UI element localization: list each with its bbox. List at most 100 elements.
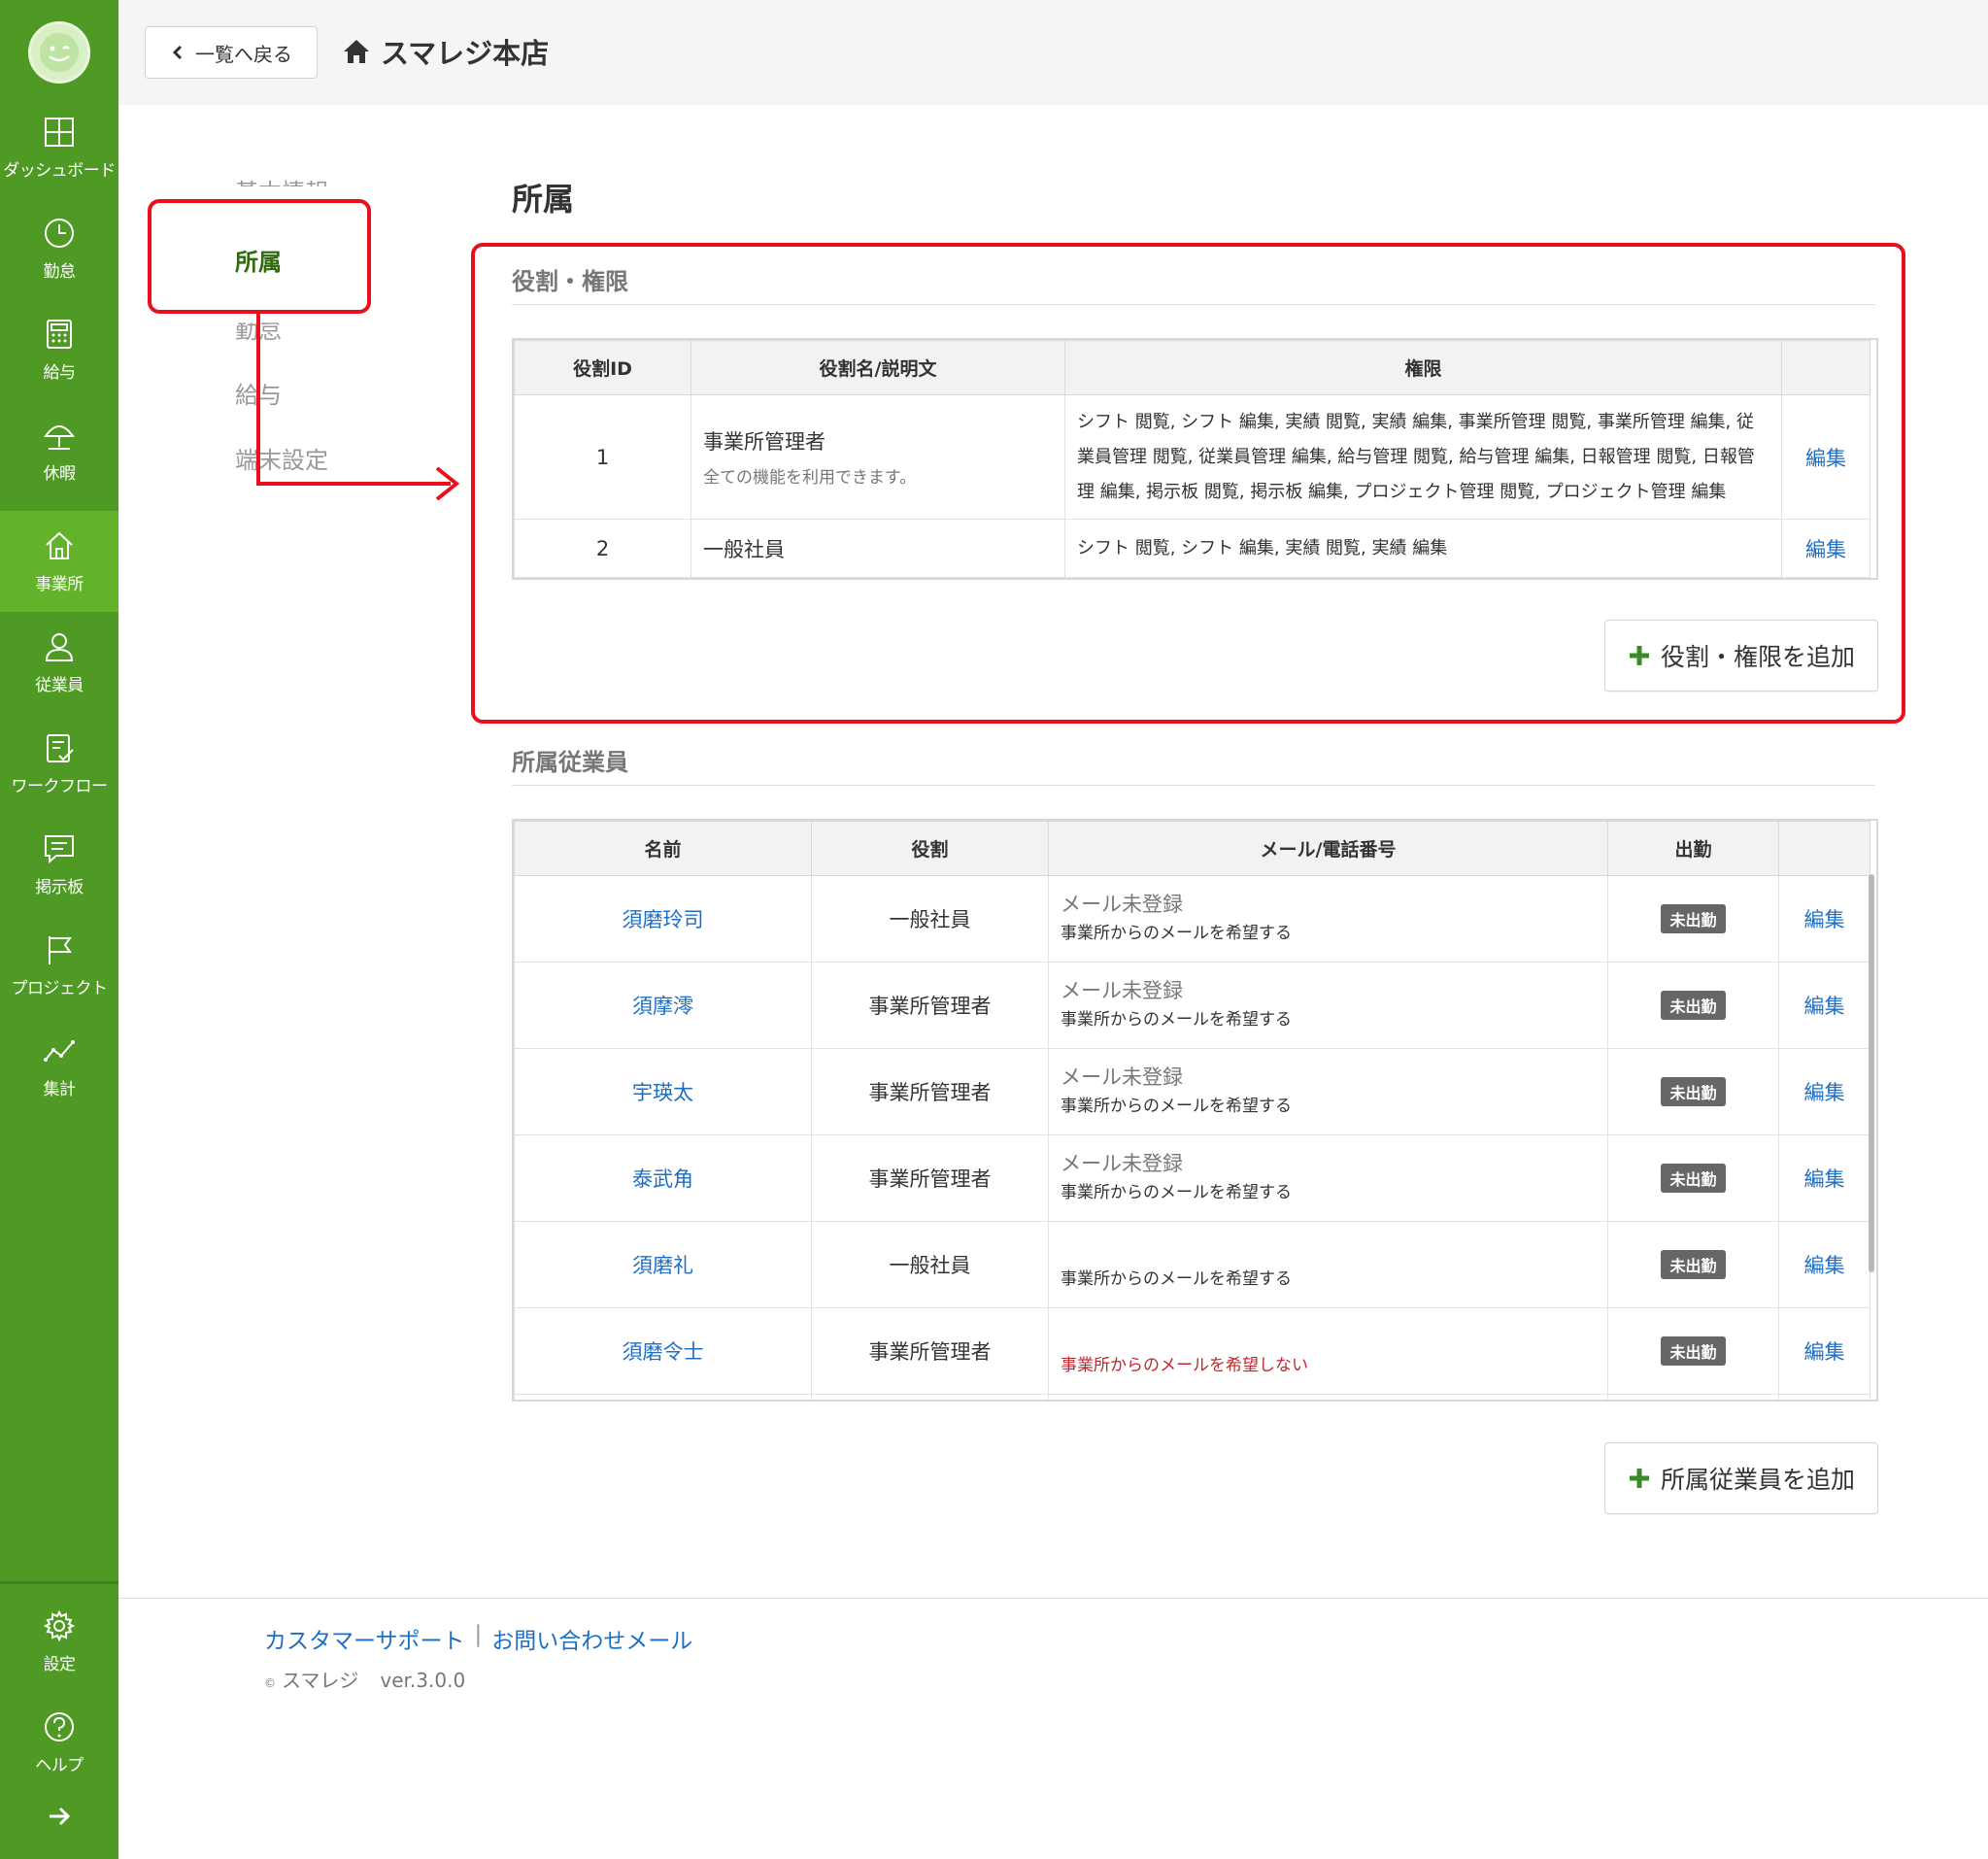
sidebar-item-project[interactable]: プロジェクト [0,915,118,1016]
sidebar-item-label: プロジェクト [11,978,109,998]
sidebar-expand-button[interactable] [0,1792,118,1841]
sidebar-item-label: 集計 [43,1079,77,1099]
sidebar-item-label: ダッシュボード [3,160,116,181]
employee-name-link[interactable]: 須磨玲司 [514,875,812,963]
sidebar-item-bulletin[interactable]: 掲示板 [0,814,118,915]
edit-employee-link[interactable]: 編集 [1778,1307,1870,1395]
line-chart-icon [44,1039,75,1062]
column-header[interactable]: メール/電話番号 [1048,821,1608,876]
employees-table[interactable]: 名前 役割 メール/電話番号 出勤 須磨玲司 一般社員 メール未登録 事業所からの… [512,819,1878,1402]
employee-name-link[interactable]: 須磨令士 [514,1307,812,1395]
employee-name-link[interactable]: 泰武角 [514,1134,812,1222]
sidebar-item-settings[interactable]: 設定 [0,1591,118,1692]
edit-employee-link[interactable]: 編集 [1778,1134,1870,1222]
edit-role-link[interactable]: 編集 [1781,394,1870,520]
column-header [1781,340,1870,395]
edit-employee-link[interactable]: 編集 [1778,1221,1870,1308]
employees-section-title: 所属従業員 [512,749,628,776]
employee-contact: メール未登録 事業所からのメールを希望する [1048,1048,1608,1135]
mail-preference: 事業所からのメールを希望する [1061,1010,1292,1030]
sidebar-item-workflow[interactable]: ワークフロー [0,713,118,814]
roles-table-header: 役割ID 役割名/説明文 権限 [514,340,1870,395]
sidebar-item-employees[interactable]: 従業員 [0,612,118,713]
gear-icon [43,1609,76,1641]
attendance-cell: 未出勤 [1607,1307,1779,1395]
mail-preference: 事業所からのメールを希望する [1061,1183,1292,1202]
table-row [514,1394,1870,1400]
column-header[interactable]: 役割 [811,821,1049,876]
highlight-subnav-box [148,199,371,314]
employees-section-rule [512,785,1875,786]
role-name: 一般社員 [703,537,785,561]
status-badge: 未出勤 [1661,1077,1726,1106]
chevron-left-icon [172,45,183,60]
employee-role: 事業所管理者 [811,1307,1049,1395]
sidebar-item-dashboard[interactable]: ダッシュボード [0,97,118,198]
roles-section-title: 役割・権限 [512,268,628,295]
home-icon [344,40,369,63]
sidebar-item-office[interactable]: 事業所 [0,511,118,612]
mail-preference: 事業所からのメールを希望しない [1061,1356,1308,1375]
sidebar-item-payroll[interactable]: 給与 [0,299,118,400]
role-permissions: シフト 閲覧, シフト 編集, 実績 閲覧, 実績 編集 [1064,519,1782,578]
footer-rule [118,1598,1988,1599]
sidebar-item-vacation[interactable]: 休暇 [0,400,118,501]
edit-employee-link[interactable]: 編集 [1778,962,1870,1049]
table-row: 泰武角 事業所管理者 メール未登録 事業所からのメールを希望する 未出勤 編集 [514,1134,1870,1222]
add-employee-button[interactable]: 所属従業員を追加 [1604,1442,1878,1514]
logo-icon[interactable] [28,21,90,84]
employee-mail: メール未登録 [1061,979,1183,1002]
employee-mail: メール未登録 [1061,893,1183,916]
calculator-icon [47,319,72,349]
sidebar: ダッシュボード 勤怠 給与 休暇 事業所 従業員 ワークフロー 掲示板 プロジェ… [0,0,118,1859]
employee-name-link[interactable]: 須磨礼 [514,1221,812,1308]
status-badge: 未出勤 [1661,1336,1726,1366]
column-header[interactable]: 権限 [1064,340,1782,395]
clipboard-check-icon [47,733,74,762]
chat-icon [45,834,74,863]
sidebar-item-label: 事業所 [35,574,84,594]
version: ver.3.0.0 [380,1669,466,1692]
column-header[interactable]: 名前 [514,821,812,876]
sidebar-item-label: 従業員 [35,675,84,695]
employee-role: 事業所管理者 [811,1134,1049,1222]
customer-support-link[interactable]: カスタマーサポート [264,1622,465,1655]
plus-icon [1629,1469,1649,1488]
column-header[interactable]: 役割ID [514,340,691,395]
add-role-label: 役割・権限を追加 [1660,643,1855,671]
footer-separator: | [474,1622,483,1647]
table-row: 須磨玲司 一般社員 メール未登録 事業所からのメールを希望する 未出勤 編集 [514,875,1870,963]
column-header[interactable]: 役割名/説明文 [691,340,1065,395]
back-to-list-button[interactable]: 一覧へ戻る [145,26,318,79]
employee-mail: メール未登録 [1061,1152,1183,1175]
sidebar-item-reports[interactable]: 集計 [0,1016,118,1117]
role-id: 2 [514,519,691,578]
add-role-button[interactable]: 役割・権限を追加 [1604,620,1878,692]
flag-icon [49,935,72,964]
column-header[interactable]: 出勤 [1607,821,1779,876]
sidebar-item-help[interactable]: ヘルプ [0,1692,118,1793]
table-row: 須磨令士 事業所管理者 事業所からのメールを希望しない 未出勤 編集 [514,1307,1870,1395]
table-row: 1 事業所管理者 全ての機能を利用できます。 シフト 閲覧, シフト 編集, 実… [514,394,1870,520]
table-scrollbar[interactable] [1869,874,1874,1272]
edit-employee-link[interactable]: 編集 [1778,1048,1870,1135]
attendance-cell: 未出勤 [1607,1221,1779,1308]
edit-employee-link[interactable]: 編集 [1778,875,1870,963]
employee-role: 一般社員 [811,1221,1049,1308]
employee-name-link[interactable]: 須摩澪 [514,962,812,1049]
employee-role: 一般社員 [811,875,1049,963]
subnav-terminal-settings[interactable]: 端末設定 [235,441,328,475]
sidebar-item-label: 設定 [43,1654,77,1674]
store-title: スマレジ本店 [342,31,549,72]
employee-name-link[interactable]: 宇瑛太 [514,1048,812,1135]
brand-name: スマレジ [282,1669,359,1692]
dashboard-icon [45,117,74,147]
edit-role-link[interactable]: 編集 [1781,519,1870,578]
column-header [1778,821,1870,876]
status-badge: 未出勤 [1661,904,1726,933]
employee-mail: メール未登録 [1061,1065,1183,1089]
sidebar-item-attendance[interactable]: 勤怠 [0,198,118,299]
contact-mail-link[interactable]: お問い合わせメール [491,1622,692,1655]
copyright-mark: © [264,1676,276,1690]
employee-role: 事業所管理者 [811,962,1049,1049]
